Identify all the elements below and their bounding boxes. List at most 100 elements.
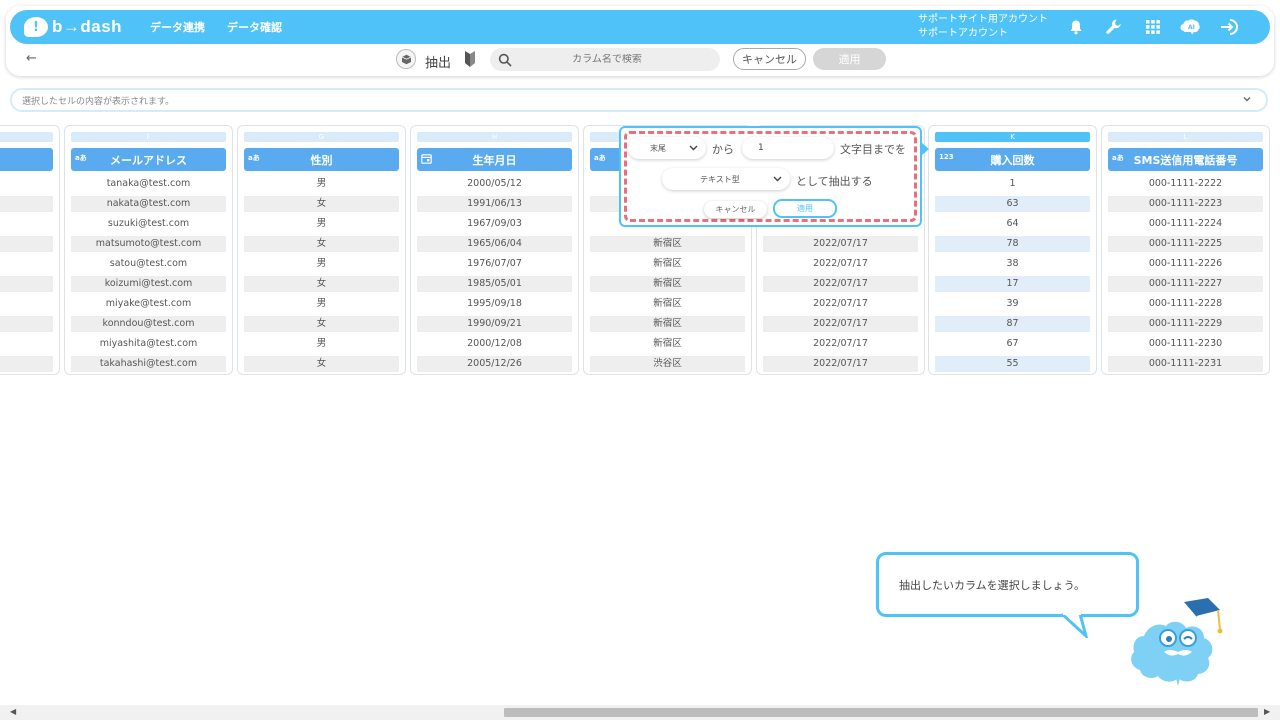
table-cell[interactable]: 新宿区	[590, 296, 745, 312]
column-header[interactable]	[0, 148, 53, 171]
table-cell[interactable]: 新宿区	[590, 236, 745, 252]
table-cell[interactable]: 新宿区	[590, 276, 745, 292]
table-cell[interactable]: 2022/07/17	[763, 276, 918, 292]
table-cell[interactable]: miyake@test.com	[71, 296, 226, 312]
table-cell[interactable]: matsumoto@test.com	[71, 236, 226, 252]
logo[interactable]: ! b→dash	[24, 17, 124, 37]
table-cell[interactable]: 000-1111-2227	[1108, 276, 1263, 292]
horizontal-scrollbar[interactable]: ◀ ▶	[0, 705, 1280, 720]
table-cell[interactable]: 1990/09/21	[417, 316, 572, 332]
table-cell[interactable]: 000-1111-2222	[1108, 176, 1263, 192]
table-cell[interactable]: 1967/09/03	[417, 216, 572, 232]
table-cell[interactable]: 男	[244, 256, 399, 272]
table-cell[interactable]: 渋谷区	[590, 356, 745, 372]
scroll-left-icon[interactable]: ◀	[10, 707, 16, 716]
table-cell[interactable]: 2022/07/17	[763, 256, 918, 272]
table-cell[interactable]: konndou@test.com	[71, 316, 226, 332]
cancel-button[interactable]: キャンセル	[733, 48, 806, 70]
text-type-icon: aあ	[75, 154, 87, 162]
table-cell[interactable]: koizumi@test.com	[71, 276, 226, 292]
column-header-email[interactable]: aあ メールアドレス	[71, 148, 226, 171]
apply-button[interactable]: 適用	[813, 48, 886, 70]
account-info[interactable]: サポートサイト用アカウント サポートアカウント	[918, 13, 1048, 41]
popup-cancel-button[interactable]: キャンセル	[704, 201, 767, 218]
table-cell[interactable]: 1995/09/18	[417, 296, 572, 312]
column-header-purchase-count[interactable]: 123 購入回数	[935, 148, 1090, 171]
table-cell[interactable]: 87	[935, 316, 1090, 332]
table-cell[interactable]: 2022/07/17	[763, 356, 918, 372]
table-cell[interactable]: 000-1111-2228	[1108, 296, 1263, 312]
table-cell[interactable]: 女	[244, 316, 399, 332]
brain-icon[interactable]: AI	[1180, 17, 1200, 37]
table-cell[interactable]: 000-1111-2224	[1108, 216, 1263, 232]
table-cell[interactable]: 000-1111-2226	[1108, 256, 1263, 272]
table-cell[interactable]: 2000/12/08	[417, 336, 572, 352]
table-cell[interactable]: 男	[244, 296, 399, 312]
scroll-right-icon[interactable]: ▶	[1264, 707, 1270, 716]
table-cell[interactable]: 2000/05/12	[417, 176, 572, 192]
table-cell[interactable]: 63	[935, 196, 1090, 212]
char-count-input[interactable]: 1	[742, 137, 834, 159]
popup-apply-button[interactable]: 適用	[773, 199, 837, 218]
table-cell[interactable]: 000-1111-2231	[1108, 356, 1263, 372]
table-cell[interactable]: 000-1111-2229	[1108, 316, 1263, 332]
nav-data-link[interactable]: データ連携	[150, 19, 205, 35]
table-cell[interactable]: 2022/07/17	[763, 336, 918, 352]
scrollbar-thumb[interactable]	[504, 708, 1258, 717]
table-cell[interactable]: 女	[244, 196, 399, 212]
table-cell[interactable]: tanaka@test.com	[71, 176, 226, 192]
table-cell[interactable]: 64	[935, 216, 1090, 232]
nav-data-check[interactable]: データ確認	[227, 19, 282, 35]
table-cell[interactable]: 67	[935, 336, 1090, 352]
search-icon	[498, 53, 512, 67]
table-cell[interactable]: 新宿区	[590, 336, 745, 352]
table-cell[interactable]: 55	[935, 356, 1090, 372]
position-select[interactable]: 末尾	[628, 137, 706, 159]
back-button[interactable]: ←	[26, 51, 37, 66]
tip-message: 抽出したいカラムを選択しましょう。	[899, 578, 1086, 592]
table-cell[interactable]: 2022/07/17	[763, 316, 918, 332]
table-cell[interactable]: 1976/07/07	[417, 256, 572, 272]
table-cell[interactable]: 新宿区	[590, 256, 745, 272]
table-cell[interactable]: 2022/07/17	[763, 236, 918, 252]
beginner-mark-icon[interactable]	[464, 51, 476, 67]
table-cell[interactable]: 38	[935, 256, 1090, 272]
table-cell[interactable]: 39	[935, 296, 1090, 312]
wrench-icon[interactable]	[1104, 17, 1124, 37]
column-header-birthdate[interactable]: 生年月日	[417, 148, 572, 171]
table-cell[interactable]: miyashita@test.com	[71, 336, 226, 352]
table-cell[interactable]: 1985/05/01	[417, 276, 572, 292]
column-letter: G	[244, 132, 399, 142]
table-cell[interactable]: 女	[244, 276, 399, 292]
table-cell[interactable]: 000-1111-2230	[1108, 336, 1263, 352]
search-input[interactable]	[512, 54, 702, 65]
table-cell[interactable]: 17	[935, 276, 1090, 292]
table-cell[interactable]: 78	[935, 236, 1090, 252]
table-cell[interactable]: nakata@test.com	[71, 196, 226, 212]
table-cell[interactable]: 男	[244, 216, 399, 232]
table-cell[interactable]: 女	[244, 356, 399, 372]
table-cell[interactable]: 1991/06/13	[417, 196, 572, 212]
column-header-gender[interactable]: aあ 性別	[244, 148, 399, 171]
table-cell[interactable]: 000-1111-2223	[1108, 196, 1263, 212]
table-cell[interactable]: 000-1111-2225	[1108, 236, 1263, 252]
table-cell[interactable]: takahashi@test.com	[71, 356, 226, 372]
bell-icon[interactable]	[1066, 17, 1086, 37]
table-cell[interactable]: 2005/12/26	[417, 356, 572, 372]
grid-icon[interactable]	[1143, 17, 1163, 37]
table-cell[interactable]: 男	[244, 336, 399, 352]
table-cell[interactable]: 男	[244, 176, 399, 192]
table-cell[interactable]: 1	[935, 176, 1090, 192]
cell-content-bar[interactable]: 選択したセルの内容が表示されます。	[10, 88, 1268, 112]
chevron-down-icon[interactable]	[1242, 94, 1252, 104]
logout-icon[interactable]	[1220, 17, 1240, 37]
data-type-select[interactable]: テキスト型	[662, 168, 790, 190]
table-cell[interactable]: 女	[244, 236, 399, 252]
table-cell[interactable]: 1965/06/04	[417, 236, 572, 252]
column-email: F aあ メールアドレス tanaka@test.com nakata@test…	[64, 125, 233, 375]
table-cell[interactable]: 2022/07/17	[763, 296, 918, 312]
table-cell[interactable]: satou@test.com	[71, 256, 226, 272]
table-cell[interactable]: suzuki@test.com	[71, 216, 226, 232]
table-cell[interactable]: 新宿区	[590, 316, 745, 332]
column-header-sms-phone[interactable]: aあ SMS送信用電話番号	[1108, 148, 1263, 171]
